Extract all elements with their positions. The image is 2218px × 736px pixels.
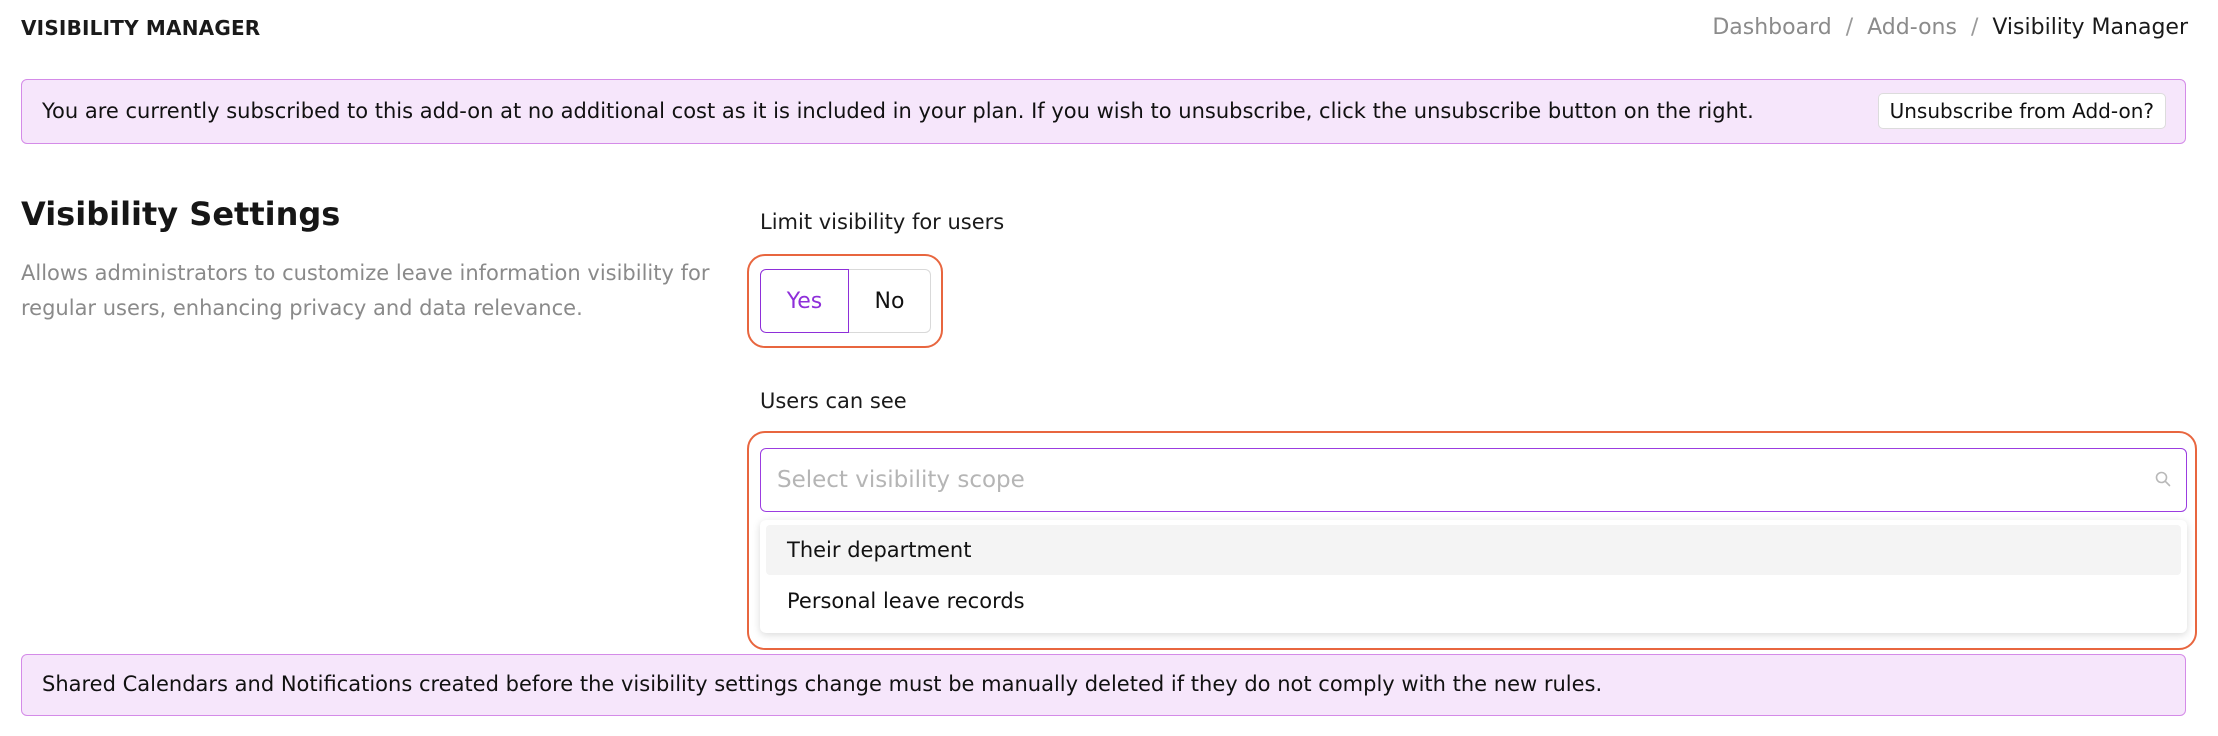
breadcrumb: Dashboard / Add-ons / Visibility Manager (1712, 15, 2188, 40)
section-title: Visibility Settings (21, 195, 341, 233)
toggle-yes-button[interactable]: Yes (760, 269, 849, 333)
breadcrumb-dashboard[interactable]: Dashboard (1712, 15, 1831, 40)
visibility-manager-page: VISIBILITY MANAGER Dashboard / Add-ons /… (0, 0, 2218, 736)
breadcrumb-add-ons[interactable]: Add-ons (1867, 15, 1957, 40)
app-title: VISIBILITY MANAGER (21, 16, 261, 40)
visibility-scope-dropdown: Their department Personal leave records (760, 520, 2187, 633)
search-icon (2155, 471, 2171, 487)
limit-visibility-toggle: Yes No (760, 269, 931, 333)
toggle-no-button[interactable]: No (849, 269, 931, 333)
breadcrumb-separator: / (1845, 15, 1854, 40)
visibility-scope-select[interactable] (760, 448, 2187, 512)
option-personal-leave-records[interactable]: Personal leave records (766, 576, 2181, 626)
unsubscribe-button[interactable]: Unsubscribe from Add-on? (1877, 93, 2166, 129)
subscription-banner-text: You are currently subscribed to this add… (42, 99, 1754, 123)
breadcrumb-separator: / (1970, 15, 1979, 40)
warning-banner-text: Shared Calendars and Notifications creat… (42, 672, 1603, 696)
limit-visibility-label: Limit visibility for users (760, 210, 1005, 234)
warning-banner: Shared Calendars and Notifications creat… (21, 654, 2186, 716)
option-their-department[interactable]: Their department (766, 525, 2181, 575)
breadcrumb-current: Visibility Manager (1992, 15, 2188, 40)
users-can-see-label: Users can see (760, 389, 907, 413)
visibility-scope-input[interactable] (777, 449, 2137, 511)
subscription-banner: You are currently subscribed to this add… (21, 79, 2186, 144)
section-description: Allows administrators to customize leave… (21, 261, 710, 320)
